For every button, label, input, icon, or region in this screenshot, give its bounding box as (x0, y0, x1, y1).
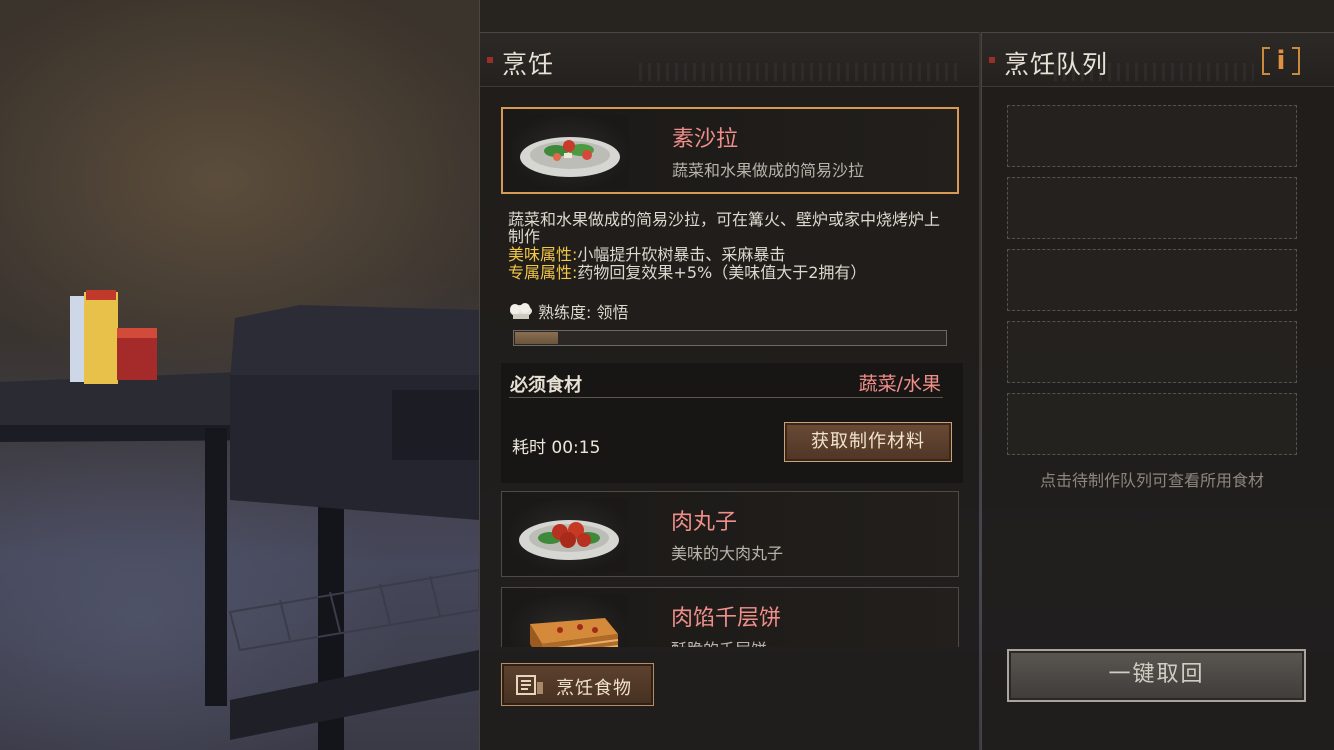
cooking-queue-panel: 烹饪队列 i 点击待制作队列可查看所用食材 一键取回 (981, 32, 1334, 750)
queue-hint: 点击待制作队列可查看所用食材 (1039, 471, 1264, 490)
recipe-card[interactable]: 肉丸子 美味的大肉丸子 (501, 491, 959, 577)
taste-attribute-value: 小幅提升砍树暴击、采麻暴击 (577, 245, 786, 264)
mastery-text: 熟练度: 领悟 (538, 303, 629, 322)
bracket-right (1292, 47, 1300, 75)
recipe-name: 肉馅千层饼 (671, 606, 782, 631)
recipe-name: 素沙拉 (672, 127, 739, 152)
recipe-subtitle: 酥脆的千层饼 (671, 636, 767, 647)
mastery-progress-fill (515, 332, 559, 344)
bracket-left (1262, 47, 1270, 75)
ingredients-label: 必须食材 (510, 375, 582, 396)
recipe-detail: 蔬菜和水果做成的简易沙拉，可在篝火、壁炉或家中烧烤炉上制作 美味属性:小幅提升砍… (501, 199, 961, 371)
info-button[interactable]: i (1262, 47, 1300, 77)
recipe-subtitle: 美味的大肉丸子 (671, 544, 784, 563)
header-marker (989, 57, 995, 63)
get-materials-button[interactable]: 获取制作材料 (784, 422, 952, 462)
cook-food-button[interactable]: 烹饪食物 (501, 663, 654, 706)
recall-all-button[interactable]: 一键取回 (1007, 649, 1306, 702)
header-decoration (1054, 63, 1254, 81)
meatball-dish-image (510, 498, 628, 572)
divider (509, 397, 943, 398)
mastery-row: 熟练度: 领悟 (508, 303, 628, 321)
queue-panel-header: 烹饪队列 i (982, 33, 1334, 87)
info-icon: i (1276, 46, 1286, 76)
layered-pie-image (510, 594, 628, 647)
cooking-title: 烹饪 (502, 50, 555, 79)
recipe-name: 肉丸子 (671, 510, 738, 535)
ingredients-value: 蔬菜/水果 (858, 373, 941, 395)
recipe-card[interactable]: 肉馅千层饼 酥脆的千层饼 (501, 587, 959, 647)
special-attribute-value: 药物回复效果+5%（美味值大于2拥有） (577, 263, 867, 282)
cooking-panel-header: 烹饪 (480, 33, 979, 87)
recipe-description: 蔬菜和水果做成的简易沙拉，可在篝火、壁炉或家中烧烤炉上制作 (508, 210, 941, 246)
recipe-card-selected[interactable]: 素沙拉 蔬菜和水果做成的简易沙拉 (501, 107, 959, 194)
recipe-list[interactable]: 肉丸子 美味的大肉丸子 肉馅千层饼 酥脆的千层饼 (480, 489, 980, 647)
chef-hat-icon (508, 303, 534, 321)
taste-attribute-label: 美味属性: (508, 245, 578, 264)
ingredients-section: 必须食材 蔬菜/水果 耗时 00:15 获取制作材料 (501, 363, 963, 483)
queue-slot[interactable] (1007, 177, 1297, 239)
queue-slot[interactable] (1007, 105, 1297, 167)
cook-time: 耗时 00:15 (512, 438, 601, 458)
salad-dish-image (511, 115, 629, 189)
taste-attribute: 美味属性:小幅提升砍树暴击、采麻暴击 (508, 246, 785, 263)
special-attribute: 专属属性:药物回复效果+5%（美味值大于2拥有） (508, 264, 866, 281)
queue-slot[interactable] (1007, 249, 1297, 311)
top-strip (479, 0, 1334, 32)
cook-food-label: 烹饪食物 (556, 678, 632, 699)
mastery-progress-bar (513, 330, 947, 346)
queue-slot[interactable] (1007, 393, 1297, 455)
cooking-panel: 烹饪 素沙拉 蔬菜和水果做成的简易沙拉 蔬菜和水果做成的简易沙拉，可在篝火、壁炉… (479, 32, 979, 750)
header-marker (487, 57, 493, 63)
recipe-subtitle: 蔬菜和水果做成的简易沙拉 (672, 161, 865, 180)
header-decoration (639, 63, 959, 81)
special-attribute-label: 专属属性: (508, 263, 578, 282)
recipe-book-icon (516, 675, 544, 695)
queue-slot[interactable] (1007, 321, 1297, 383)
